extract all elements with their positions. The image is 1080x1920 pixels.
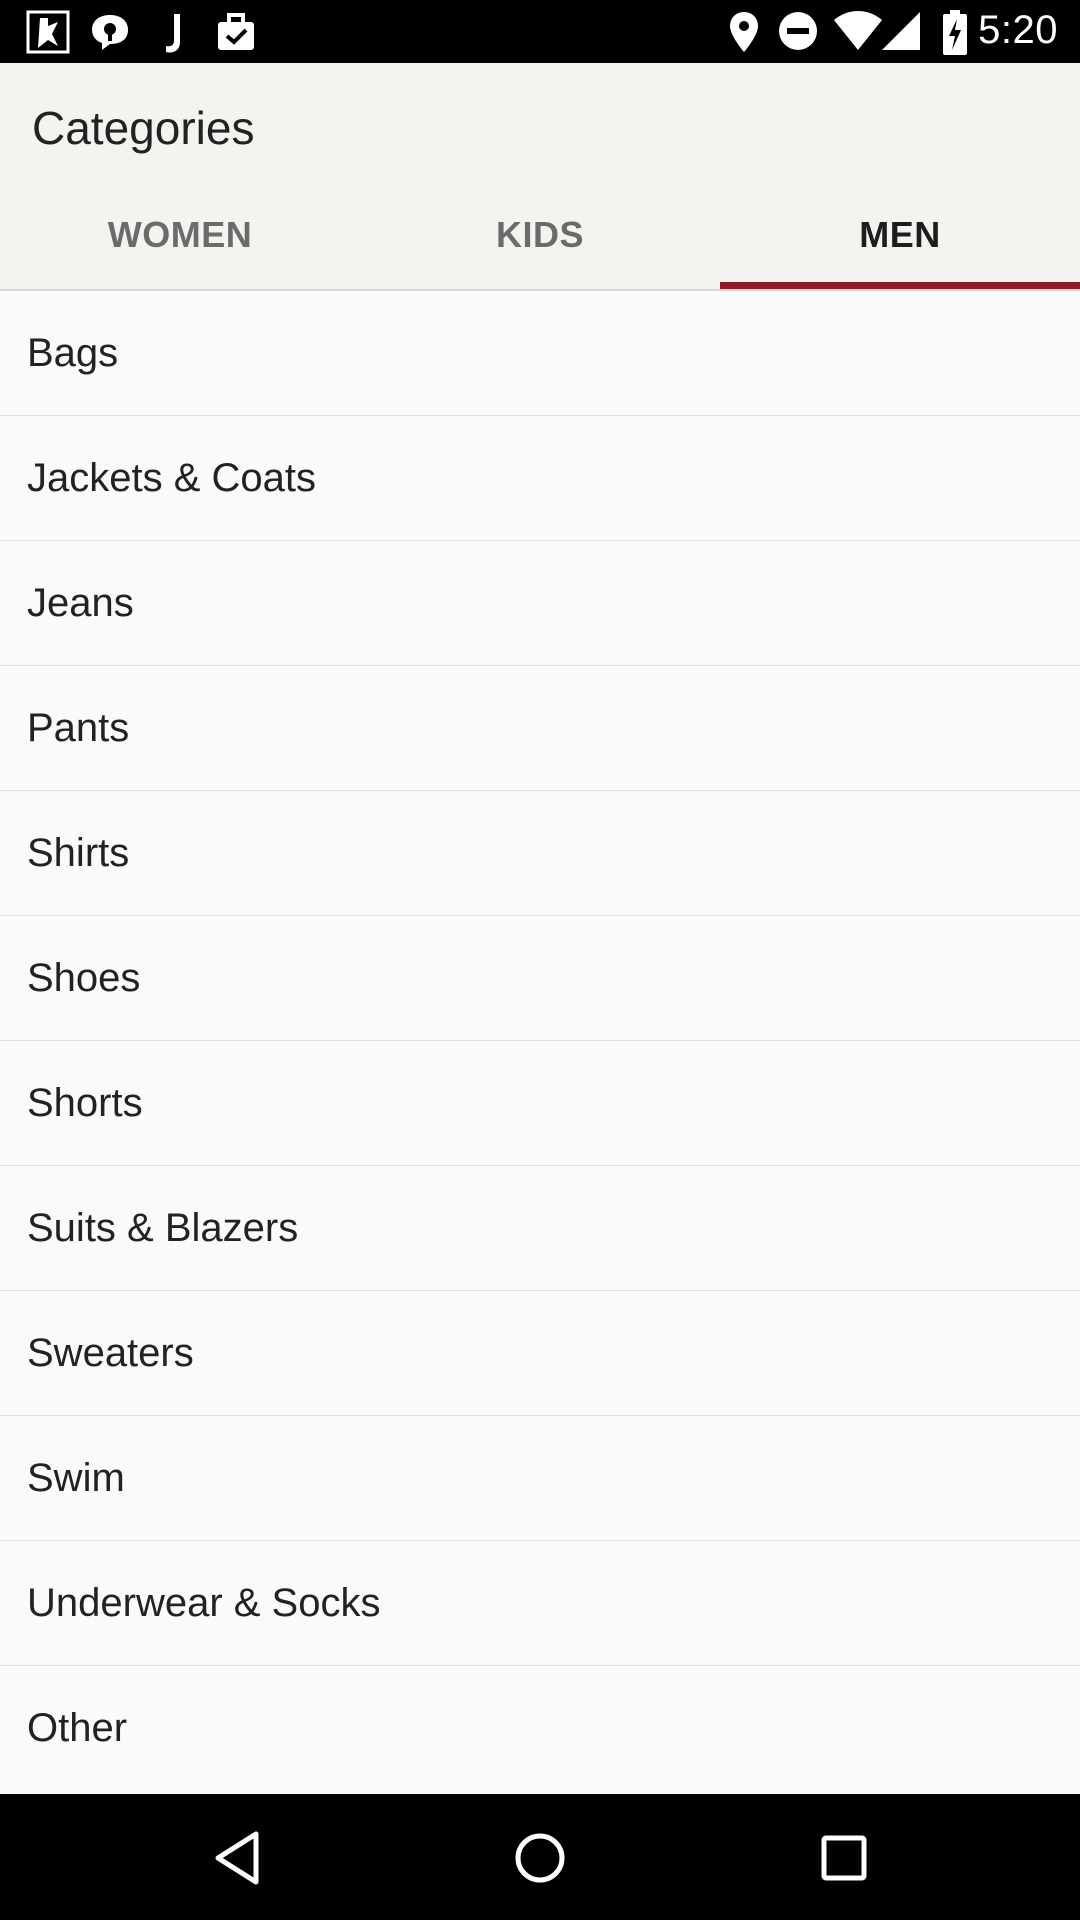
briefcase-notification-icon [218,13,254,50]
list-item-suits-blazers[interactable]: Suits & Blazers [0,1166,1080,1291]
list-item-shirts[interactable]: Shirts [0,791,1080,916]
navigation-bar [0,1794,1080,1920]
app-notification-icon [26,10,70,54]
list-item-jackets-coats[interactable]: Jackets & Coats [0,416,1080,541]
tab-label: KIDS [495,214,584,255]
list-item-other[interactable]: Other [0,1666,1080,1791]
list-item-swim[interactable]: Swim [0,1416,1080,1541]
status-bar: 5:20 [0,0,1080,63]
battery-charging-icon [943,10,967,55]
list-item-jeans[interactable]: Jeans [0,541,1080,666]
back-icon[interactable] [212,1830,262,1886]
tab-men[interactable]: MEN [720,200,1080,289]
list-item-shoes[interactable]: Shoes [0,916,1080,1041]
list-item-underwear-socks[interactable]: Underwear & Socks [0,1541,1080,1666]
home-icon[interactable] [512,1830,568,1886]
page-title: Categories [32,102,255,154]
cellular-signal-icon [882,12,920,50]
tab-label: WOMEN [107,214,253,255]
location-icon [730,12,758,52]
wifi-icon [834,11,882,50]
do-not-disturb-icon [779,12,817,50]
list-item-pants[interactable]: Pants [0,666,1080,791]
status-time: 5:20 [978,8,1058,52]
recents-icon[interactable] [820,1830,868,1886]
tab-women[interactable]: WOMEN [0,200,360,289]
active-tab-indicator [720,282,1080,289]
chat-notification-icon [92,15,128,50]
category-tabs: WOMEN KIDS MEN [0,200,1080,289]
tab-kids[interactable]: KIDS [360,200,720,289]
list-item-sweaters[interactable]: Sweaters [0,1291,1080,1416]
tab-label: MEN [859,214,941,255]
category-list: Bags Jackets & Coats Jeans Pants Shirts … [0,291,1080,1794]
j-notification-icon [166,14,180,53]
list-item-shorts[interactable]: Shorts [0,1041,1080,1166]
app-bar: Categories WOMEN KIDS MEN [0,63,1080,291]
list-item-bags[interactable]: Bags [0,291,1080,416]
